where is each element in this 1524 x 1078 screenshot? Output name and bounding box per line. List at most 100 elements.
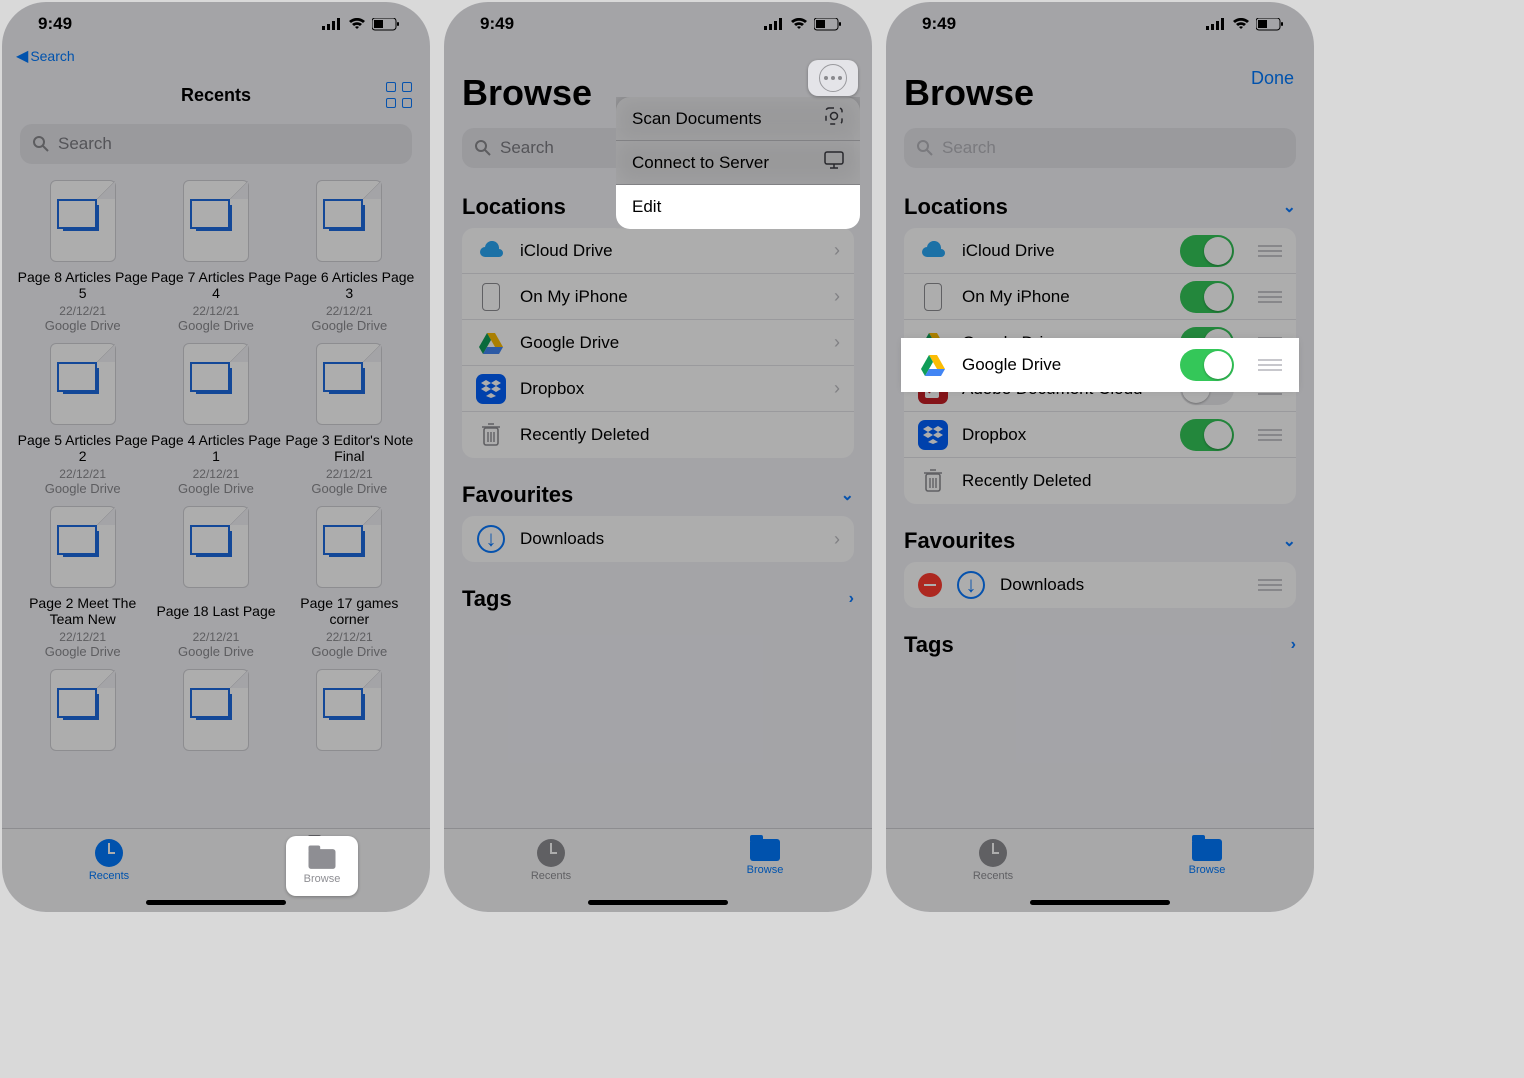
highlight-google-drive-row[interactable]: Google Drive [904, 341, 1296, 389]
battery-icon [1256, 18, 1284, 31]
row-label: On My iPhone [962, 287, 1166, 307]
status-time: 9:49 [38, 14, 72, 34]
row-label: Google Drive [962, 355, 1166, 375]
file-location: Google Drive [178, 644, 254, 659]
battery-icon [814, 18, 842, 31]
back-to-search[interactable]: ◀ Search [2, 46, 430, 66]
file-grid: Page 8 Articles Page 522/12/21Google Dri… [2, 174, 430, 763]
toggle[interactable] [1180, 235, 1234, 267]
file-item[interactable]: Page 6 Articles Page 322/12/21Google Dri… [283, 180, 416, 333]
wifi-icon [1232, 18, 1250, 30]
cellular-icon [1206, 18, 1226, 30]
toggle[interactable] [1180, 349, 1234, 381]
file-item[interactable]: Page 8 Articles Page 522/12/21Google Dri… [16, 180, 149, 333]
tab-label: Recents [531, 870, 571, 882]
toggle[interactable] [1180, 281, 1234, 313]
chevron-down-icon: ⌄ [1283, 197, 1296, 217]
location-icloud[interactable]: iCloud Drive › [462, 228, 854, 274]
view-toggle-button[interactable] [386, 82, 412, 108]
search-input: Search [904, 128, 1296, 168]
section-header[interactable]: Favourites ⌄ [904, 512, 1296, 562]
file-thumbnail-icon [183, 506, 249, 588]
row-label: Google Drive [520, 333, 820, 353]
row-label: Downloads [1000, 575, 1234, 595]
file-location: Google Drive [45, 481, 121, 496]
file-item[interactable]: Page 17 games corner22/12/21Google Drive [283, 506, 416, 659]
clock-icon [537, 839, 565, 867]
menu-edit[interactable]: Edit [616, 185, 860, 229]
menu-label: Scan Documents [632, 109, 761, 129]
drag-handle-icon[interactable] [1258, 291, 1282, 303]
section-header[interactable]: Locations ⌄ [904, 178, 1296, 228]
remove-button[interactable] [918, 573, 942, 597]
favourites-section: Favourites ⌄ ↓ Downloads › [462, 466, 854, 562]
home-indicator[interactable] [146, 900, 286, 905]
drag-handle-icon[interactable] [1258, 579, 1282, 591]
file-item[interactable] [16, 669, 149, 757]
highlight-label: Browse [304, 873, 341, 885]
file-title: Page 6 Articles Page 3 [283, 268, 416, 302]
location-recently-deleted[interactable]: Recently Deleted › [462, 412, 854, 458]
highlight-browse-tab[interactable]: Browse [286, 836, 358, 896]
context-menu: Scan Documents Connect to Server Edit [616, 97, 860, 229]
row-label: Recently Deleted [520, 425, 820, 445]
file-thumbnail-icon [316, 669, 382, 751]
file-thumbnail-icon [316, 506, 382, 588]
file-thumbnail-icon [183, 343, 249, 425]
file-date: 22/12/21 [326, 630, 373, 644]
section-header[interactable]: Tags › [904, 616, 1296, 666]
favourites-list: ↓ Downloads › [462, 516, 854, 562]
section-header[interactable]: Tags › [462, 570, 854, 620]
home-indicator[interactable] [588, 900, 728, 905]
search-placeholder: Search [500, 138, 554, 158]
drag-handle-icon[interactable] [1258, 429, 1282, 441]
chevron-right-icon: › [834, 240, 840, 261]
google-drive-icon [918, 350, 948, 380]
search-placeholder: Search [58, 134, 112, 154]
file-item[interactable]: Page 18 Last Page22/12/21Google Drive [149, 506, 282, 659]
file-date: 22/12/21 [59, 467, 106, 481]
location-on-my-iphone[interactable]: On My iPhone › [462, 274, 854, 320]
menu-label: Edit [632, 197, 661, 217]
chevron-left-icon: ◀ [16, 46, 28, 66]
row-label: Dropbox [520, 379, 820, 399]
file-item[interactable] [149, 669, 282, 757]
tab-label: Recents [89, 870, 129, 882]
screen-recents: 9:49 ◀ Search Recents Search Page 8 Arti… [2, 2, 430, 912]
section-title: Favourites [462, 482, 573, 508]
drag-handle-icon[interactable] [1258, 245, 1282, 257]
tab-label: Browse [1189, 864, 1226, 876]
file-item[interactable]: Page 3 Editor's Note Final22/12/21Google… [283, 343, 416, 496]
page-title: Browse [886, 66, 1314, 118]
menu-scan-documents[interactable]: Scan Documents [616, 97, 860, 141]
row-label: iCloud Drive [962, 241, 1166, 261]
drag-handle-icon[interactable] [1258, 359, 1282, 371]
file-location: Google Drive [311, 644, 387, 659]
done-button[interactable]: Done [1251, 68, 1294, 89]
menu-connect-server[interactable]: Connect to Server [616, 141, 860, 185]
location-google-drive[interactable]: Google Drive › [462, 320, 854, 366]
more-button[interactable] [808, 60, 858, 96]
status-time: 9:49 [480, 14, 514, 34]
clock-icon [95, 839, 123, 867]
file-thumbnail-icon [183, 180, 249, 262]
toggle[interactable] [1180, 419, 1234, 451]
file-item[interactable]: Page 4 Articles Page 122/12/21Google Dri… [149, 343, 282, 496]
file-item[interactable] [283, 669, 416, 757]
file-item[interactable]: Page 2 Meet The Team New22/12/21Google D… [16, 506, 149, 659]
menu-label: Connect to Server [632, 153, 769, 173]
status-indicators [1206, 18, 1284, 31]
section-header[interactable]: Favourites ⌄ [462, 466, 854, 516]
home-indicator[interactable] [1030, 900, 1170, 905]
file-item[interactable]: Page 7 Articles Page 422/12/21Google Dri… [149, 180, 282, 333]
nav-bar: Recents [2, 66, 430, 114]
locations-list: iCloud Drive › On My iPhone › Google Dri… [462, 228, 854, 458]
favourite-downloads[interactable]: ↓ Downloads › [462, 516, 854, 562]
search-input[interactable]: Search [20, 124, 412, 164]
downloads-icon: ↓ [476, 524, 506, 554]
file-date: 22/12/21 [326, 304, 373, 318]
chevron-right-icon: › [849, 590, 854, 608]
file-item[interactable]: Page 5 Articles Page 222/12/21Google Dri… [16, 343, 149, 496]
file-date: 22/12/21 [59, 304, 106, 318]
location-dropbox[interactable]: Dropbox › [462, 366, 854, 412]
